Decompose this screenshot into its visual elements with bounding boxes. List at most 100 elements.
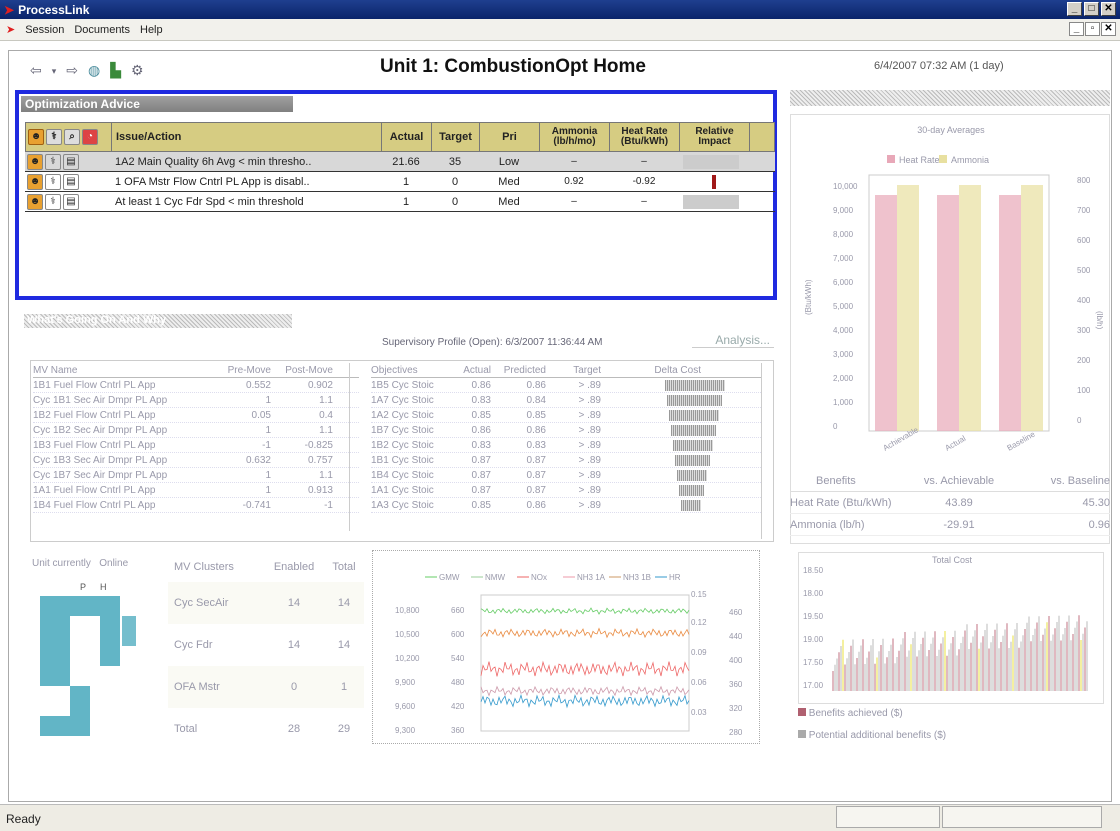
analysis-button[interactable]: Analysis... (692, 333, 774, 348)
objective-row[interactable]: 1B5 Cyc Stoic 0.86 0.86 > .89 (371, 378, 761, 393)
col-pri[interactable]: Pri (480, 123, 540, 151)
close-button[interactable]: ✕ (1101, 2, 1116, 16)
mdi-close-button[interactable]: ✕ (1101, 22, 1116, 36)
back-arrow-icon[interactable]: ⇦ (30, 62, 42, 79)
potential-swatch (798, 730, 806, 738)
advice-row[interactable]: ☻ ⚕ ▤ 1A2 Main Quality 6h Avg < min thresh… (25, 152, 775, 172)
objective-row[interactable]: 1B1 Cyc Stoic 0.87 0.87 > .89 (371, 453, 761, 468)
legend-heatrate: Heat Rate (899, 155, 940, 165)
objective-row[interactable]: 1B4 Cyc Stoic 0.87 0.87 > .89 (371, 468, 761, 483)
mv-row[interactable]: Cyc 1B2 Sec Air Dmpr PL App 1 1.1 (33, 423, 359, 438)
obj-col-predicted[interactable]: Predicted (491, 365, 546, 376)
mv-cell: Cyc 1B7 Sec Air Dmpr PL App (33, 469, 168, 481)
col-issue[interactable]: Issue/Action (112, 123, 382, 151)
forward-arrow-icon[interactable]: ⇨ (66, 62, 78, 79)
mv-cell: Cyc 1B2 Sec Air Dmpr PL App (33, 424, 168, 436)
stethoscope-icon[interactable]: ⚕ (45, 173, 61, 190)
objective-row[interactable]: 1A3 Cyc Stoic 0.85 0.86 > .89 (371, 498, 761, 513)
obj-col-actual[interactable]: Actual (451, 365, 491, 376)
mv-row[interactable]: 1A1 Fuel Flow Cntrl PL App 1 0.913 (33, 483, 359, 498)
bar-yleft-label: 9,000 (833, 206, 854, 215)
dropdown-icon[interactable]: ▾ (52, 66, 57, 79)
mv-col-name[interactable]: MV Name (33, 365, 209, 376)
col-heatrate[interactable]: Heat Rate (Btu/kWh) (610, 123, 680, 151)
people-icon[interactable]: ☻ (27, 153, 43, 170)
menu-help[interactable]: Help (140, 24, 163, 36)
people-icon[interactable]: ☻ (28, 129, 44, 145)
col-target[interactable]: Target (432, 123, 480, 151)
bar-category-label: Actual (944, 434, 968, 453)
mv-row[interactable]: 1B1 Fuel Flow Cntrl PL App 0.552 0.902 (33, 378, 359, 393)
mv-cell: 1B2 Fuel Flow Cntrl PL App (33, 409, 156, 421)
settings-icon[interactable]: ⚙ (131, 62, 144, 79)
mv-cell: 0.632 (245, 454, 271, 466)
obj-col-target[interactable]: Target (546, 365, 601, 376)
minimize-button[interactable]: _ (1067, 2, 1082, 16)
cluster-row[interactable]: Total 28 29 (168, 708, 364, 750)
objective-cell: 0.87 (471, 469, 491, 481)
magnifier-icon[interactable]: ⌕ (64, 129, 80, 145)
objective-row[interactable]: 1A1 Cyc Stoic 0.87 0.87 > .89 (371, 483, 761, 498)
advice-row[interactable]: ☻ ⚕ ▤ 1 OFA Mstr Flow Cntrl PL App is disa… (25, 172, 775, 192)
mv-cell: -0.741 (242, 499, 271, 511)
mv-row[interactable]: 1B2 Fuel Flow Cntrl PL App 0.05 0.4 (33, 408, 359, 423)
people-icon[interactable]: ☻ (27, 173, 43, 190)
objective-row[interactable]: 1A2 Cyc Stoic 0.85 0.85 > .89 (371, 408, 761, 423)
chart-icon[interactable]: ▙ (110, 62, 121, 79)
obj-col-name[interactable]: Objectives (371, 365, 451, 376)
obj-col-delta[interactable]: Delta Cost (601, 365, 701, 376)
clusters-col-total: Total (332, 561, 356, 573)
stethoscope-icon[interactable]: ⚕ (46, 129, 62, 145)
benefit-cell: Heat Rate (Btu/kWh) (790, 496, 892, 509)
people-icon[interactable]: ☻ (27, 193, 43, 210)
stethoscope-icon[interactable]: ⚕ (45, 193, 61, 210)
document-icon[interactable]: ▤ (63, 153, 79, 170)
cluster-cell: Total (174, 723, 198, 735)
objective-row[interactable]: 1B7 Cyc Stoic 0.86 0.86 > .89 (371, 423, 761, 438)
benefit-cell: -29.91 (943, 518, 975, 531)
svg-text:280: 280 (729, 728, 743, 737)
mv-row[interactable]: Cyc 1B1 Sec Air Dmpr PL App 1 1.1 (33, 393, 359, 408)
window-title: ProcessLink (18, 2, 90, 17)
menu-documents[interactable]: Documents (74, 24, 130, 36)
col-ammonia[interactable]: Ammonia (lb/h/mo) (540, 123, 610, 151)
cluster-row[interactable]: Cyc SecAir 14 14 (168, 582, 364, 624)
col-actual[interactable]: Actual (382, 123, 432, 151)
mdi-minimize-button[interactable]: _ (1069, 22, 1084, 36)
date-time[interactable]: 6/4/2007 07:32 AM (1 day) (874, 60, 1004, 72)
objective-cell: 0.83 (526, 439, 546, 451)
mv-cell: 1 (265, 484, 271, 496)
obj-scrollbar[interactable] (761, 363, 773, 539)
bar-yright-label: 700 (1077, 206, 1091, 215)
objective-row[interactable]: 1A7 Cyc Stoic 0.83 0.84 > .89 (371, 393, 761, 408)
stethoscope-icon[interactable]: ⚕ (45, 153, 61, 170)
mv-col-post[interactable]: Post-Move (271, 365, 333, 376)
mv-row[interactable]: 1B4 Fuel Flow Cntrl PL App -0.741 -1 (33, 498, 359, 513)
trend-legend-label: GMW (439, 573, 460, 582)
mv-row[interactable]: Cyc 1B7 Sec Air Dmpr PL App 1 1.1 (33, 468, 359, 483)
mv-row[interactable]: 1B3 Fuel Flow Cntrl PL App -1 -0.825 (33, 438, 359, 453)
cluster-row[interactable]: Cyc Fdr 14 14 (168, 624, 364, 666)
col-impact[interactable]: Relative Impact (680, 123, 750, 151)
document-icon[interactable]: ▤ (63, 173, 79, 190)
maximize-button[interactable]: □ (1084, 2, 1099, 16)
cluster-row[interactable]: OFA Mstr 0 1 (168, 666, 364, 708)
advice-row[interactable]: ☻ ⚕ ▤ At least 1 Cyc Fdr Spd < min thresho… (25, 192, 775, 212)
gauge-icon[interactable]: ◔ (82, 129, 98, 145)
status-text: Ready (6, 812, 41, 826)
menu-session[interactable]: Session (25, 24, 64, 36)
globe-icon[interactable]: ◍ (88, 62, 100, 79)
objective-row[interactable]: 1B2 Cyc Stoic 0.83 0.83 > .89 (371, 438, 761, 453)
mv-scrollbar[interactable] (349, 363, 361, 531)
bar-yleft-label: 0 (833, 422, 838, 431)
mv-cell: 0.913 (307, 484, 333, 496)
status-panel-1 (836, 806, 940, 828)
svg-text:9,300: 9,300 (395, 726, 416, 735)
mv-row[interactable]: Cyc 1B3 Sec Air Dmpr PL App 0.632 0.757 (33, 453, 359, 468)
mv-col-pre[interactable]: Pre-Move (209, 365, 271, 376)
obj-header-row: Objectives Actual Predicted Target Delta… (371, 363, 761, 378)
cluster-cell: 29 (337, 723, 351, 735)
bar-heatrate (999, 195, 1021, 431)
mdi-restore-button[interactable]: ▫ (1085, 22, 1100, 36)
document-icon[interactable]: ▤ (63, 193, 79, 210)
